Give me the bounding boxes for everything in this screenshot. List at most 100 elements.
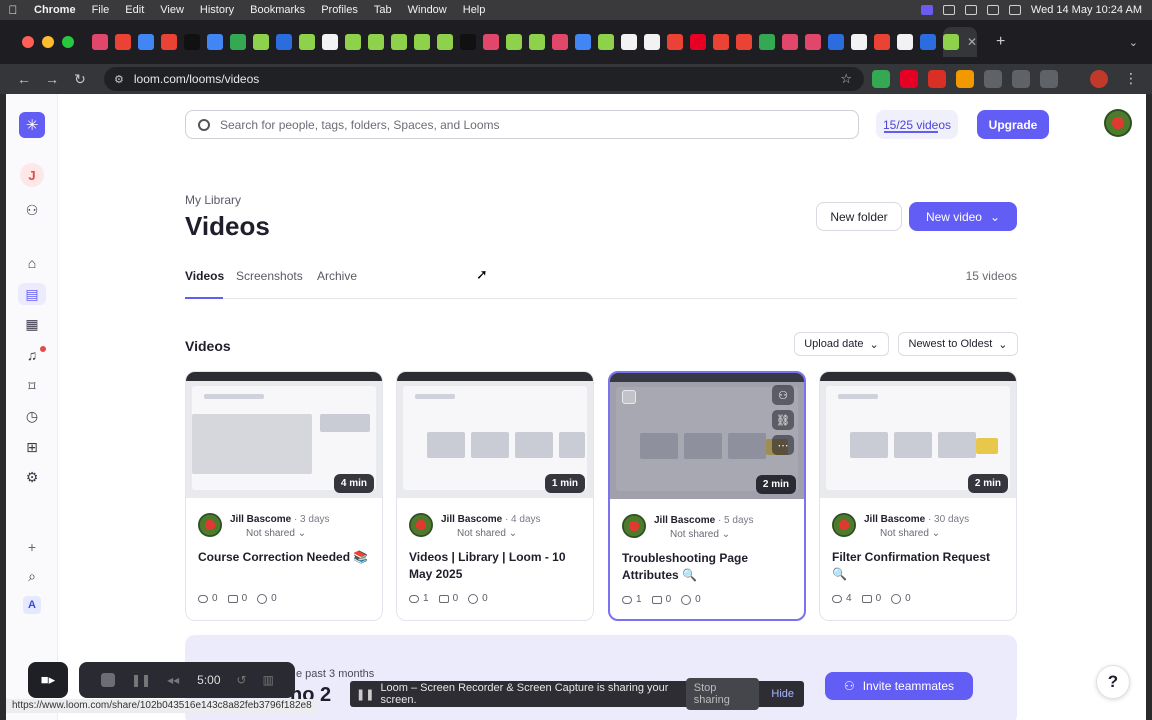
address-bar[interactable]: ⚙ loom.com/looms/videos ☆ xyxy=(104,67,864,91)
menu-clock[interactable]: Wed 14 May 10:24 AM xyxy=(1031,4,1142,16)
select-checkbox[interactable] xyxy=(622,390,636,404)
add-member-icon[interactable]: ⚇ xyxy=(22,200,42,220)
pause-icon[interactable]: ❚❚ xyxy=(131,673,151,687)
video-card[interactable]: 1 min Jill Bascome · 4 days Not shared ⌄… xyxy=(396,371,594,621)
tab-archive[interactable]: Archive xyxy=(317,269,357,283)
menu-profiles[interactable]: Profiles xyxy=(313,4,366,16)
tab-favicon[interactable] xyxy=(253,34,269,50)
bell-icon[interactable]: ♫ xyxy=(22,345,42,365)
menu-help[interactable]: Help xyxy=(455,4,494,16)
tab-favicon[interactable] xyxy=(391,34,407,50)
video-title[interactable]: Videos | Library | Loom - 10 May 2025 xyxy=(409,549,585,583)
share-status[interactable]: Not shared ⌄ xyxy=(670,529,730,540)
tab-screenshots[interactable]: Screenshots xyxy=(236,269,303,283)
tab-favicon[interactable] xyxy=(437,34,453,50)
restart-icon[interactable]: ↺ xyxy=(237,673,247,687)
sort-order-dropdown[interactable]: Newest to Oldest ⌄ xyxy=(898,332,1018,356)
calendar-icon[interactable]: ▦ xyxy=(22,314,42,334)
tab-favicon[interactable] xyxy=(460,34,476,50)
profile-avatar-icon[interactable] xyxy=(1090,70,1108,88)
extension-icon[interactable] xyxy=(872,70,890,88)
invite-teammates-button[interactable]: ⚇ Invite teammates xyxy=(825,672,973,700)
display-icon[interactable] xyxy=(942,5,955,15)
tab-favicon[interactable] xyxy=(598,34,614,50)
tab-favicon[interactable] xyxy=(805,34,821,50)
video-title[interactable]: Filter Confirmation Request 🔍 xyxy=(832,549,1008,583)
tab-favicon[interactable] xyxy=(276,34,292,50)
tab-favicon[interactable] xyxy=(621,34,637,50)
video-card[interactable]: 4 min Jill Bascome · 3 days Not shared ⌄… xyxy=(185,371,383,621)
reload-icon[interactable]: ↻ xyxy=(66,71,94,88)
workspace-avatar[interactable]: J xyxy=(20,163,44,187)
tab-favicon[interactable] xyxy=(138,34,154,50)
share-status[interactable]: Not shared ⌄ xyxy=(457,528,517,539)
share-status[interactable]: Not shared ⌄ xyxy=(880,528,940,539)
breadcrumb[interactable]: My Library xyxy=(185,193,241,207)
video-card-hovered[interactable]: ⚇ ⛓ ⋯ 2 min Jill Bascome · 5 days Not sh… xyxy=(608,371,806,621)
close-tab-icon[interactable]: ✕ xyxy=(967,35,977,49)
search-icon[interactable]: ⌕ xyxy=(22,566,42,586)
extension-icon[interactable] xyxy=(956,70,974,88)
tab-videos[interactable]: Videos xyxy=(185,269,224,283)
tab-search-chevron-icon[interactable]: ⌄ xyxy=(1129,36,1138,49)
tab-favicon[interactable] xyxy=(736,34,752,50)
stop-recording-icon[interactable] xyxy=(101,673,115,687)
tab-favicon[interactable] xyxy=(368,34,384,50)
apple-icon[interactable]:  xyxy=(0,3,26,17)
tab-favicon[interactable] xyxy=(575,34,591,50)
plus-icon[interactable]: + xyxy=(22,537,42,557)
tab-favicon[interactable] xyxy=(322,34,338,50)
copy-link-icon[interactable]: ⛓ xyxy=(772,410,794,430)
new-folder-button[interactable]: New folder xyxy=(816,202,902,231)
tab-favicon[interactable] xyxy=(345,34,361,50)
account-badge[interactable]: A xyxy=(23,596,41,614)
tab-favicon[interactable] xyxy=(782,34,798,50)
tab-favicon[interactable] xyxy=(713,34,729,50)
tab-favicon[interactable] xyxy=(897,34,913,50)
bookmark-icon[interactable]: ⌑ xyxy=(22,376,42,396)
extension-icon[interactable] xyxy=(984,70,1002,88)
site-settings-icon[interactable]: ⚙ xyxy=(114,73,124,86)
menu-history[interactable]: History xyxy=(192,4,242,16)
tab-favicon[interactable] xyxy=(161,34,177,50)
video-quota-badge[interactable]: 15/25 videos xyxy=(876,110,958,139)
tab-favicon[interactable] xyxy=(529,34,545,50)
library-icon[interactable]: ▤ xyxy=(22,284,42,304)
menu-view[interactable]: View xyxy=(152,4,192,16)
tab-favicon[interactable] xyxy=(690,34,706,50)
menu-app-name[interactable]: Chrome xyxy=(26,4,84,16)
browser-menu-icon[interactable]: ⋮ xyxy=(1124,70,1138,87)
sort-field-dropdown[interactable]: Upload date ⌄ xyxy=(794,332,889,356)
menu-edit[interactable]: Edit xyxy=(117,4,152,16)
trash-icon[interactable]: ▥ xyxy=(263,673,274,687)
tab-favicon[interactable] xyxy=(207,34,223,50)
bookmark-star-icon[interactable]: ☆ xyxy=(840,71,852,87)
clock-icon[interactable]: ◷ xyxy=(22,406,42,426)
menu-window[interactable]: Window xyxy=(400,4,455,16)
menu-file[interactable]: File xyxy=(84,4,118,16)
user-avatar[interactable] xyxy=(1104,109,1132,137)
spotlight-icon[interactable] xyxy=(1008,5,1021,15)
back-icon[interactable]: ← xyxy=(10,71,38,87)
screen-record-icon[interactable] xyxy=(920,5,933,15)
tab-favicon[interactable] xyxy=(644,34,660,50)
upgrade-button[interactable]: Upgrade xyxy=(977,110,1049,139)
home-icon[interactable]: ⌂ xyxy=(22,253,42,273)
help-button[interactable]: ? xyxy=(1096,665,1130,699)
tab-favicon[interactable] xyxy=(759,34,775,50)
new-tab-icon[interactable]: + xyxy=(996,33,1005,51)
search-input[interactable] xyxy=(220,117,820,132)
tab-favicon[interactable] xyxy=(920,34,936,50)
menu-bookmarks[interactable]: Bookmarks xyxy=(242,4,313,16)
minimize-window-icon[interactable] xyxy=(42,36,54,48)
extension-icon[interactable] xyxy=(928,70,946,88)
wifi-icon[interactable] xyxy=(986,5,999,15)
gear-icon[interactable]: ⚙ xyxy=(22,467,42,487)
active-tab[interactable]: ✕ xyxy=(943,27,977,57)
stop-sharing-button[interactable]: Stop sharing xyxy=(685,678,760,710)
rewind-icon[interactable]: ◂◂ xyxy=(167,673,179,687)
more-options-icon[interactable]: ⋯ xyxy=(772,435,794,455)
menu-tab[interactable]: Tab xyxy=(366,4,400,16)
extensions-puzzle-icon[interactable] xyxy=(1040,70,1058,88)
tab-favicon[interactable] xyxy=(874,34,890,50)
